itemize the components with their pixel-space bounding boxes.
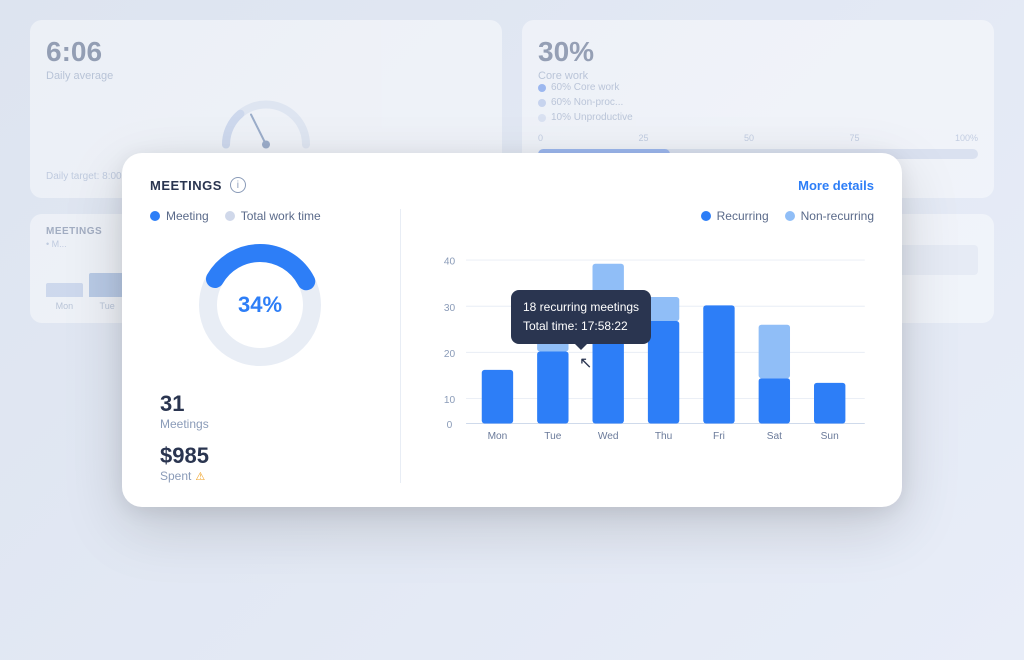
cursor-icon: ↖ — [579, 353, 592, 373]
non-recurring-dot — [785, 211, 795, 221]
spent-stat: $985 Spent ⚠ — [160, 443, 370, 483]
svg-text:Sun: Sun — [821, 431, 839, 442]
meetings-label: Meetings — [160, 417, 370, 431]
bg-legend-item1: 60% Core work — [551, 82, 619, 93]
modal-title: MEETINGS — [150, 178, 222, 193]
svg-text:10: 10 — [444, 395, 456, 406]
chart-legend: Recurring Non-recurring — [431, 209, 874, 223]
bar-tue-non-recurring — [537, 294, 568, 351]
recurring-dot — [701, 211, 711, 221]
bar-mon-recurring — [482, 370, 513, 424]
spent-value: $985 — [160, 443, 370, 469]
meetings-stat: 31 Meetings — [160, 391, 370, 431]
bg-legend-item2: 60% Non-proc... — [551, 97, 623, 108]
svg-text:Wed: Wed — [598, 431, 619, 442]
bar-thu-recurring — [648, 321, 679, 423]
recurring-label: Recurring — [717, 209, 769, 223]
bar-wed-non-recurring — [593, 264, 624, 330]
bar-sun-recurring — [814, 383, 845, 424]
warning-icon: ⚠ — [195, 470, 205, 483]
more-details-link[interactable]: More details — [798, 178, 874, 193]
title-group: MEETINGS i — [150, 177, 246, 193]
bg-legend-item3: 10% Unproductive — [551, 112, 633, 123]
left-legend: Meeting Total work time — [150, 209, 370, 223]
bg-gauge-svg — [216, 92, 316, 152]
legend-meeting: Meeting — [150, 209, 209, 223]
bar-fri-recurring — [703, 305, 734, 423]
legend-total-work: Total work time — [225, 209, 321, 223]
svg-text:Fri: Fri — [713, 431, 725, 442]
stats-group: 31 Meetings $985 Spent ⚠ — [150, 391, 370, 483]
svg-text:40: 40 — [444, 257, 456, 268]
modal-header: MEETINGS i More details — [150, 177, 874, 193]
panel-divider — [400, 209, 401, 483]
svg-text:Tue: Tue — [544, 431, 561, 442]
bg-daily-label: Daily average — [46, 70, 486, 82]
svg-text:20: 20 — [444, 349, 456, 360]
non-recurring-legend: Non-recurring — [785, 209, 874, 223]
bar-chart-svg: 40 30 20 10 0 — [431, 235, 874, 455]
bar-thu-non-recurring — [648, 297, 679, 321]
recurring-legend: Recurring — [701, 209, 769, 223]
meetings-value: 31 — [160, 391, 370, 417]
svg-text:30: 30 — [444, 303, 456, 314]
meeting-label: Meeting — [166, 209, 209, 223]
bar-chart-area: 40 30 20 10 0 — [431, 235, 874, 455]
bar-sat-recurring — [759, 378, 790, 423]
svg-text:Mon: Mon — [488, 431, 508, 442]
bar-wed-recurring — [593, 329, 624, 423]
non-recurring-label: Non-recurring — [801, 209, 874, 223]
bg-core-work-percent: 30% — [538, 36, 978, 68]
svg-text:Sat: Sat — [767, 431, 782, 442]
total-work-dot — [225, 211, 235, 221]
donut-chart: 34% — [190, 235, 330, 375]
bar-tue-recurring — [537, 351, 568, 423]
left-panel: Meeting Total work time 34% 31 — [150, 209, 370, 483]
bg-daily-value: 6:06 — [46, 36, 486, 68]
bar-sat-non-recurring — [759, 325, 790, 379]
meeting-dot — [150, 211, 160, 221]
total-work-label: Total work time — [241, 209, 321, 223]
right-panel: Recurring Non-recurring 40 30 20 10 0 — [431, 209, 874, 483]
info-icon[interactable]: i — [230, 177, 246, 193]
svg-text:0: 0 — [447, 420, 453, 431]
modal-body: Meeting Total work time 34% 31 — [150, 209, 874, 483]
bg-core-work-label: Core work — [538, 70, 978, 82]
svg-text:Thu: Thu — [655, 431, 672, 442]
meetings-modal: MEETINGS i More details Meeting Total wo… — [122, 153, 902, 507]
donut-percent: 34% — [238, 292, 282, 318]
spent-label: Spent ⚠ — [160, 469, 370, 483]
